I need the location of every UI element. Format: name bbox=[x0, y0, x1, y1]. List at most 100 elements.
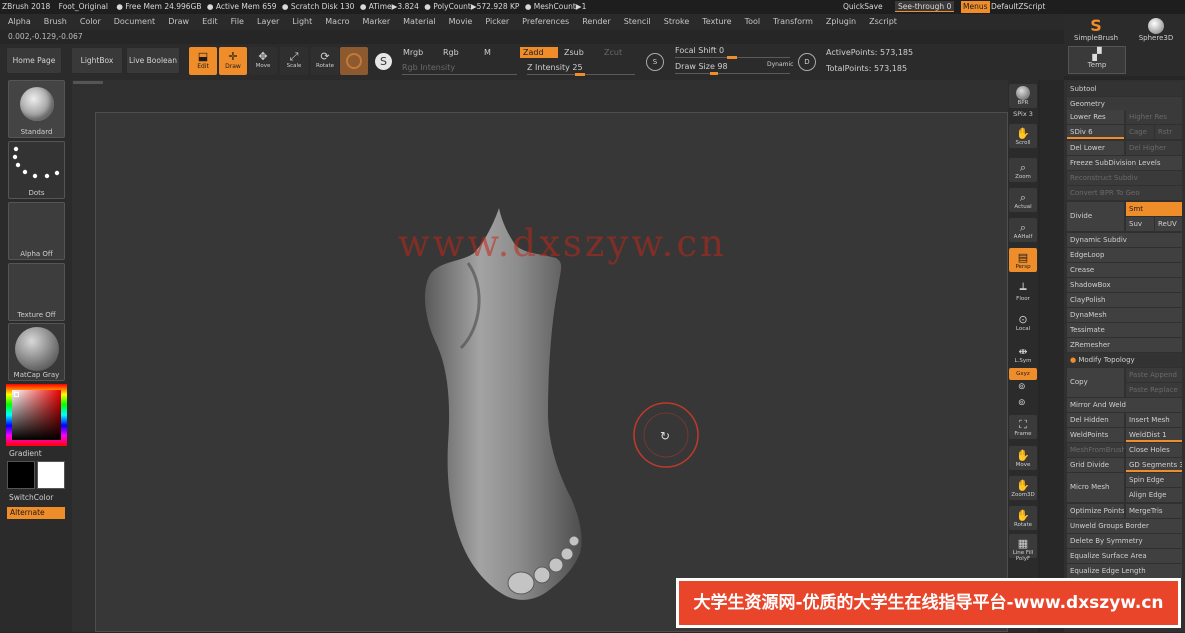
see-through-slider[interactable]: See-through 0 bbox=[895, 1, 955, 12]
rotate-button[interactable]: ⟳ Rotate bbox=[311, 47, 339, 75]
shadowbox-section[interactable]: ShadowBox bbox=[1067, 278, 1182, 292]
copy-button[interactable]: Copy bbox=[1067, 368, 1124, 397]
menu-color[interactable]: Color bbox=[72, 14, 106, 30]
gd-segments-slider[interactable]: GD Segments 3 bbox=[1126, 458, 1182, 472]
zoom-button[interactable]: ⌕ Zoom bbox=[1009, 158, 1037, 182]
draw-size-knob[interactable] bbox=[710, 72, 718, 75]
alpha-selector[interactable]: Alpha Off bbox=[8, 202, 65, 260]
rgb-toggle[interactable]: Rgb bbox=[443, 48, 459, 57]
sphere3d-tool[interactable]: Sphere3D bbox=[1130, 18, 1182, 44]
lower-res-button[interactable]: Lower Res bbox=[1067, 110, 1124, 124]
move-button[interactable]: ✥ Move bbox=[249, 47, 277, 75]
menu-stroke[interactable]: Stroke bbox=[656, 14, 695, 30]
paste-replace-button[interactable]: Paste Replace bbox=[1126, 383, 1182, 397]
zsub-toggle[interactable]: Zsub bbox=[564, 48, 584, 57]
scroll-button[interactable]: ✋ Scroll bbox=[1009, 124, 1037, 148]
scale-button[interactable]: ⤢ Scale bbox=[280, 47, 308, 75]
material-selector[interactable]: MatCap Gray bbox=[8, 323, 65, 381]
focal-shift-knob[interactable] bbox=[727, 56, 737, 59]
equalize-surface-area-button[interactable]: Equalize Surface Area bbox=[1067, 549, 1182, 563]
subtool-header[interactable]: Subtool bbox=[1067, 82, 1182, 96]
delete-by-symmetry-button[interactable]: Delete By Symmetry bbox=[1067, 534, 1182, 548]
stroke-selector[interactable]: Dots bbox=[8, 141, 65, 199]
menu-movie[interactable]: Movie bbox=[441, 14, 478, 30]
draw-size-slider[interactable] bbox=[675, 72, 790, 75]
move-view-button[interactable]: ✋ Move bbox=[1009, 446, 1037, 470]
rgb-intensity-slider[interactable] bbox=[402, 74, 517, 75]
reconstruct-subdiv-button[interactable]: Reconstruct Subdiv bbox=[1067, 171, 1182, 185]
menu-preferences[interactable]: Preferences bbox=[514, 14, 574, 30]
texture-selector[interactable]: Texture Off bbox=[8, 263, 65, 321]
menu-layer[interactable]: Layer bbox=[249, 14, 284, 30]
unweld-groups-border-button[interactable]: Unweld Groups Border bbox=[1067, 519, 1182, 533]
spin-edge-button[interactable]: Spin Edge bbox=[1126, 473, 1182, 487]
spix-slider[interactable]: SPix 3 bbox=[1009, 110, 1037, 118]
frame-button[interactable]: ⛶ Frame bbox=[1009, 415, 1037, 439]
persp-button[interactable]: ▤ Persp bbox=[1009, 248, 1037, 272]
convert-bpr-button[interactable]: Convert BPR To Geo bbox=[1067, 186, 1182, 200]
dynamesh-section[interactable]: DynaMesh bbox=[1067, 308, 1182, 322]
weld-points-button[interactable]: WeldPoints bbox=[1067, 428, 1124, 442]
actual-button[interactable]: ⌕ Actual bbox=[1009, 188, 1037, 212]
main-color-swatch[interactable] bbox=[7, 461, 35, 489]
geometry-header[interactable]: Geometry bbox=[1067, 97, 1182, 111]
zadd-toggle[interactable]: Zadd bbox=[520, 47, 558, 58]
optimize-points-button[interactable]: Optimize Points bbox=[1067, 504, 1124, 518]
color-field[interactable] bbox=[12, 390, 61, 440]
menu-brush[interactable]: Brush bbox=[36, 14, 72, 30]
lsym-button[interactable]: ⇼ L.Sym bbox=[1009, 342, 1037, 366]
weld-dist-slider[interactable]: WeldDist 1 bbox=[1126, 428, 1182, 442]
menu-document[interactable]: Document bbox=[106, 14, 160, 30]
menu-marker[interactable]: Marker bbox=[354, 14, 395, 30]
stroke-sym-icon[interactable]: S bbox=[646, 53, 664, 71]
zoom3d-button[interactable]: ✋ Zoom3D bbox=[1009, 476, 1037, 500]
mrgb-toggle[interactable]: Mrgb bbox=[403, 48, 423, 57]
modify-topology-header[interactable]: ● Modify Topology bbox=[1067, 353, 1182, 367]
menu-picker[interactable]: Picker bbox=[477, 14, 514, 30]
zbrush-logo-icon[interactable]: S bbox=[375, 53, 392, 70]
del-hidden-button[interactable]: Del Hidden bbox=[1067, 413, 1124, 427]
del-lower-button[interactable]: Del Lower bbox=[1067, 141, 1124, 155]
suv-toggle[interactable]: Suv bbox=[1126, 217, 1154, 231]
close-holes-button[interactable]: Close Holes bbox=[1126, 443, 1182, 457]
axis-lock-icon-2[interactable]: ⊚ bbox=[1018, 398, 1026, 408]
divide-button[interactable]: Divide bbox=[1067, 202, 1124, 231]
menu-zscript[interactable]: Zscript bbox=[861, 14, 902, 30]
color-swatch-button[interactable] bbox=[340, 47, 368, 75]
smt-toggle[interactable]: Smt bbox=[1126, 202, 1182, 216]
simple-brush-tool[interactable]: S SimpleBrush bbox=[1068, 18, 1124, 44]
local-button[interactable]: ⊙ Local bbox=[1009, 310, 1037, 334]
secondary-color-swatch[interactable] bbox=[37, 461, 65, 489]
menu-alpha[interactable]: Alpha bbox=[0, 14, 36, 30]
menu-zplugin[interactable]: Zplugin bbox=[818, 14, 861, 30]
draw-button[interactable]: ✛ Draw bbox=[219, 47, 247, 75]
home-page-button[interactable]: Home Page bbox=[6, 47, 62, 74]
micro-mesh-button[interactable]: Micro Mesh bbox=[1067, 473, 1124, 502]
switch-color-button[interactable]: SwitchColor bbox=[9, 493, 53, 502]
cage-button[interactable]: Cage bbox=[1126, 125, 1154, 139]
z-intensity-knob[interactable] bbox=[575, 73, 585, 76]
sphere-sym-icon[interactable]: D bbox=[798, 53, 816, 71]
menu-tool[interactable]: Tool bbox=[737, 14, 766, 30]
default-zscript[interactable]: DefaultZScript bbox=[991, 0, 1045, 14]
alternate-button[interactable]: Alternate bbox=[7, 507, 65, 519]
live-boolean-button[interactable]: Live Boolean bbox=[126, 47, 180, 74]
z-intensity-slider[interactable] bbox=[527, 73, 635, 76]
equalize-edge-length-button[interactable]: Equalize Edge Length bbox=[1067, 564, 1182, 578]
m-toggle[interactable]: M bbox=[484, 48, 491, 57]
claypolish-section[interactable]: ClayPolish bbox=[1067, 293, 1182, 307]
sdiv-slider[interactable]: SDiv 6 bbox=[1067, 125, 1124, 139]
menus-button[interactable]: Menus bbox=[961, 1, 990, 13]
bpr-button[interactable]: BPR bbox=[1009, 84, 1037, 108]
menu-light[interactable]: Light bbox=[284, 14, 317, 30]
quicksave-button[interactable]: QuickSave bbox=[843, 0, 883, 14]
temp-tool[interactable]: ▞ Temp bbox=[1068, 46, 1126, 74]
crease-section[interactable]: Crease bbox=[1067, 263, 1182, 277]
paste-append-button[interactable]: Paste Append bbox=[1126, 368, 1182, 382]
zremesher-section[interactable]: ZRemesher bbox=[1067, 338, 1182, 352]
color-cursor[interactable] bbox=[14, 392, 19, 397]
aahalf-button[interactable]: ⌕ AAHalf bbox=[1009, 218, 1037, 242]
dynamic-subdiv-section[interactable]: Dynamic Subdiv bbox=[1067, 233, 1182, 247]
edgeloop-section[interactable]: EdgeLoop bbox=[1067, 248, 1182, 262]
gxyz-button[interactable]: Gxyz bbox=[1009, 368, 1037, 380]
